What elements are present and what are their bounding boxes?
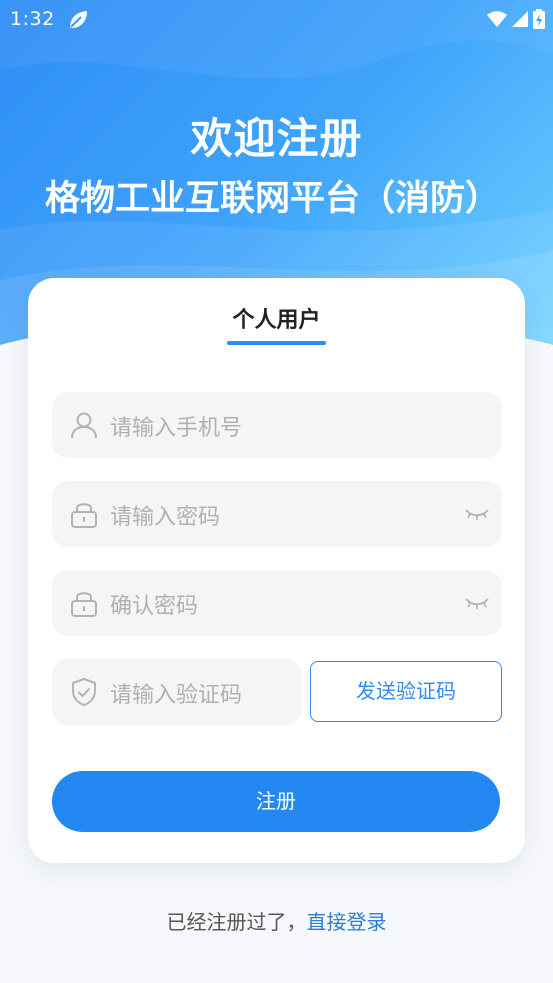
lock-icon — [71, 503, 97, 528]
battery-icon — [533, 9, 545, 29]
leaf-icon — [70, 11, 87, 28]
register-card: 个人用户 请输入手机号 请输入密码 确认密码 请输入验证码 发送验证码 注册 — [28, 278, 525, 863]
phone-field[interactable]: 请输入手机号 — [52, 392, 502, 458]
signal-icon — [512, 11, 528, 27]
wifi-icon — [487, 11, 507, 27]
login-prompt: 已经注册过了，直接登录 — [0, 906, 553, 935]
phone-placeholder: 请输入手机号 — [110, 416, 243, 441]
code-placeholder: 请输入验证码 — [110, 683, 243, 708]
eye-closed-icon[interactable] — [464, 593, 490, 613]
tab-personal-user[interactable]: 个人用户 — [28, 302, 525, 334]
register-button[interactable]: 注册 — [52, 771, 500, 832]
eye-closed-icon[interactable] — [464, 504, 490, 524]
lock-icon — [71, 592, 97, 617]
user-icon — [71, 412, 97, 439]
page-title: 欢迎注册 — [190, 114, 363, 163]
status-icons — [487, 9, 545, 29]
send-code-button[interactable]: 发送验证码 — [310, 661, 502, 722]
status-bar: 1:32 — [0, 0, 553, 40]
platform-subtitle: 格物工业互联网平台（消防） — [44, 179, 500, 219]
login-prompt-text: 已经注册过了， — [166, 910, 307, 934]
login-link[interactable]: 直接登录 — [307, 910, 387, 934]
password-field[interactable]: 请输入密码 — [52, 481, 502, 547]
password-placeholder: 请输入密码 — [110, 505, 221, 530]
confirm-placeholder: 确认密码 — [110, 594, 199, 619]
confirm-password-field[interactable]: 确认密码 — [52, 570, 502, 636]
tab-underline — [227, 341, 326, 345]
shield-check-icon — [72, 677, 96, 707]
status-time: 1:32 — [10, 8, 55, 30]
verification-code-field[interactable]: 请输入验证码 — [52, 659, 302, 725]
